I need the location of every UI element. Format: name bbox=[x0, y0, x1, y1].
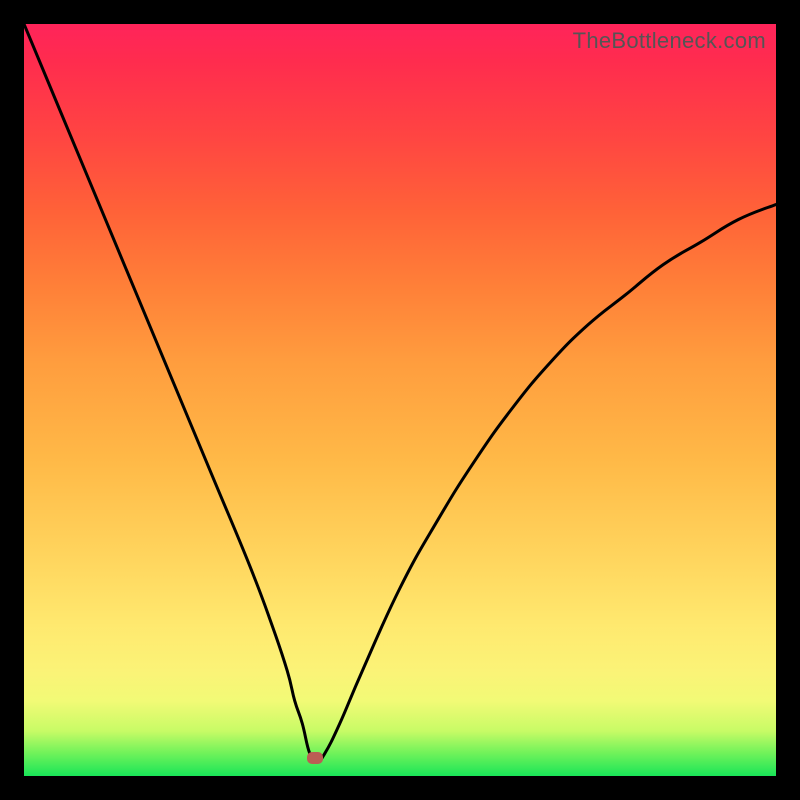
chart-frame: TheBottleneck.com bbox=[0, 0, 800, 800]
bottleneck-curve bbox=[24, 24, 776, 761]
minimum-marker bbox=[307, 752, 323, 764]
chart-plot-area: TheBottleneck.com bbox=[24, 24, 776, 776]
chart-curve-svg bbox=[24, 24, 776, 776]
